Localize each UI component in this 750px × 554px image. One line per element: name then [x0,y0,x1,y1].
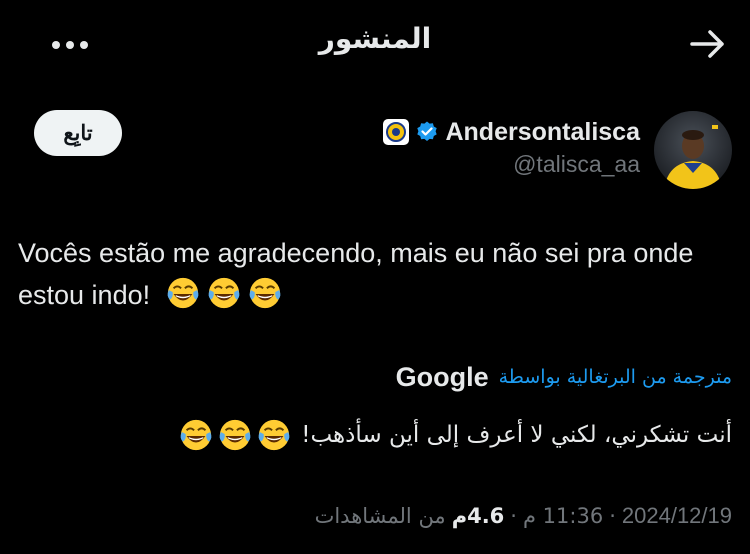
follow-button[interactable]: تابِع [34,110,122,156]
face-with-tears-of-joy-icon [257,418,291,452]
meta-separator: · [609,504,616,528]
emoji-group [179,418,291,452]
views-label: من المشاهدات [314,504,446,528]
page-title: المنشور [318,22,432,55]
translated-by-link[interactable]: مترجمة من البرتغالية بواسطة [499,366,732,388]
avatar[interactable] [654,111,732,189]
author-display-name: Andersontalisca [445,117,640,146]
google-logo: Google [395,361,489,392]
al-nassr-badge-icon [383,119,410,145]
face-with-tears-of-joy-icon [166,276,200,310]
tweet-meta: 2024/12/19 · 11:36 م · 4.6م من المشاهدات [315,500,732,532]
face-with-tears-of-joy-icon [218,418,252,452]
tweet-date[interactable]: 2024/12/19 [622,503,732,529]
views-count: 4.6م [451,504,505,528]
face-with-tears-of-joy-icon [207,276,241,310]
verified-badge-icon [417,121,438,141]
translation-attribution: مترجمة من البرتغالية بواسطة Google [396,360,732,394]
author-name-row[interactable]: Andersontalisca [383,115,640,149]
top-bar: المنشور [0,0,750,90]
author-handle[interactable]: @talisca_aa [513,151,640,178]
translated-body: أنت تشكرني، لكني لا أعرف إلى أين سأذهب! [301,422,732,448]
tweet-text: Vocês estão me agradecendo, mais eu não … [18,232,738,316]
tweet-time[interactable]: 11:36 م [523,504,603,528]
face-with-tears-of-joy-icon [248,276,282,310]
face-with-tears-of-joy-icon [179,418,213,452]
arrow-right-icon [690,30,724,58]
meta-separator: · [510,504,517,528]
forward-button[interactable] [688,26,728,62]
tweet-body: Vocês estão me agradecendo, mais eu não … [18,238,694,310]
translated-tweet-text: أنت تشكرني، لكني لا أعرف إلى أين سأذهب! [179,416,732,454]
